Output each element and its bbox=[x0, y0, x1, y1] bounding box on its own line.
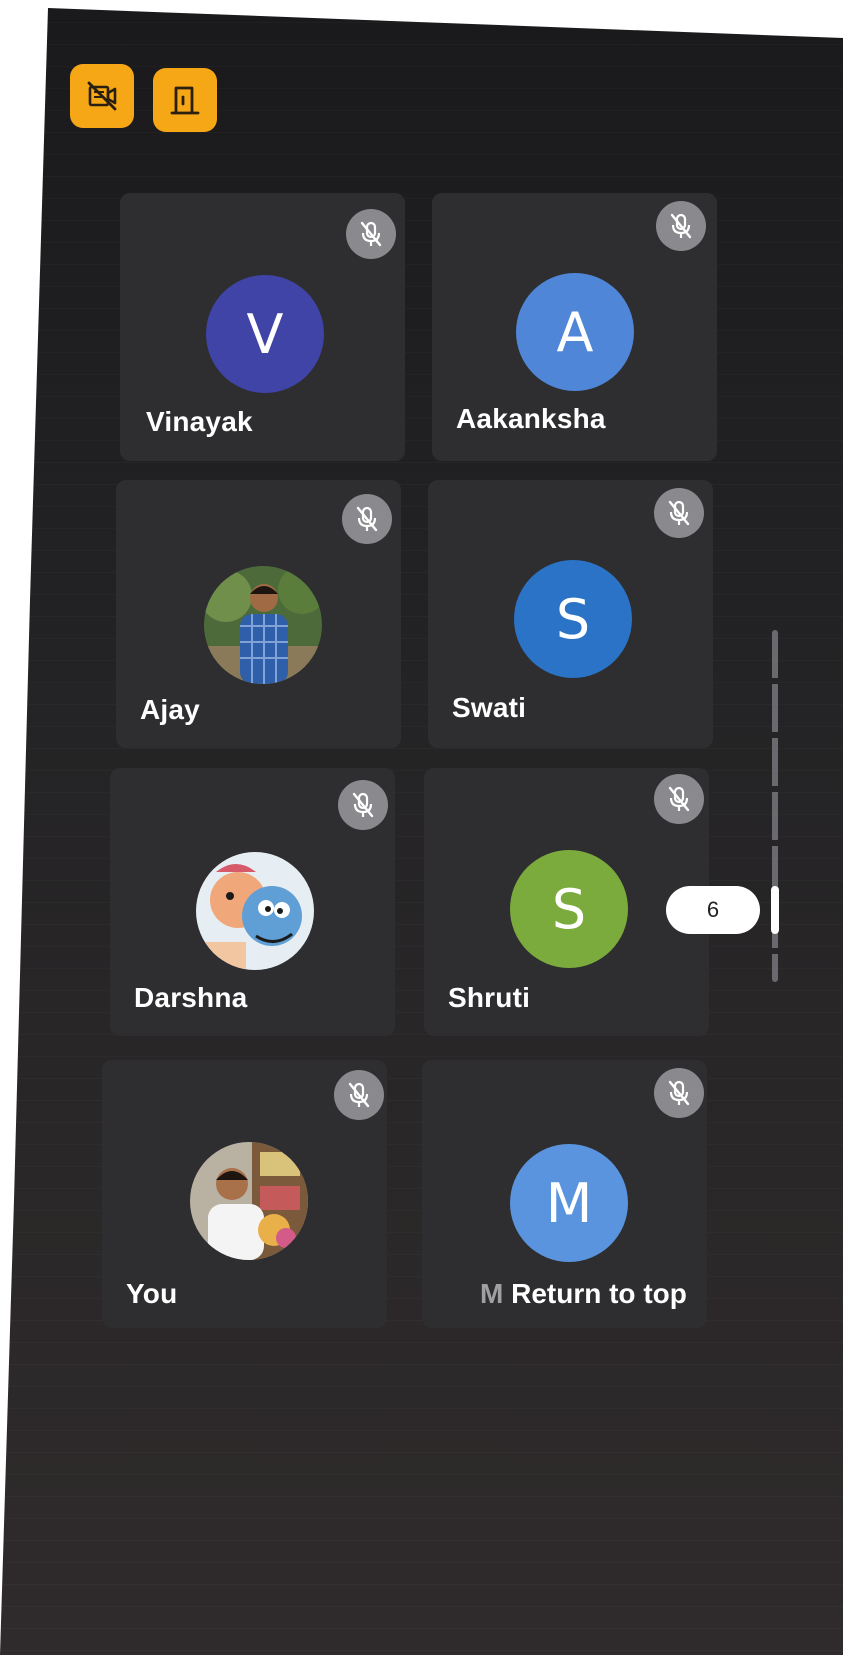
mic-off-icon bbox=[338, 780, 388, 830]
avatar: M bbox=[510, 1144, 628, 1262]
participant-name-covered: M bbox=[480, 1278, 504, 1309]
mic-off-icon bbox=[342, 494, 392, 544]
participant-name: You bbox=[126, 1278, 178, 1309]
participant-tile-ajay[interactable]: Ajay bbox=[116, 480, 401, 748]
scroll-page-indicator: 6 bbox=[666, 886, 760, 934]
participant-name: Swati bbox=[452, 692, 527, 723]
avatar-photo bbox=[196, 852, 314, 970]
mic-off-icon bbox=[334, 1070, 384, 1120]
mic-off-icon bbox=[654, 774, 704, 824]
mic-off-icon bbox=[654, 488, 704, 538]
participant-name: Vinayak bbox=[146, 406, 253, 437]
mic-off-icon bbox=[654, 1068, 704, 1118]
participant-tile-you[interactable]: You bbox=[102, 1060, 387, 1328]
participant-name: Aakanksha bbox=[456, 403, 606, 434]
video-off-button[interactable] bbox=[70, 64, 134, 128]
video-off-icon bbox=[87, 81, 117, 111]
avatar: S bbox=[514, 560, 632, 678]
participant-tile-vinayak[interactable]: V Vinayak bbox=[120, 193, 405, 461]
avatar: S bbox=[510, 850, 628, 968]
return-to-top-label: Return to top bbox=[511, 1278, 687, 1309]
scrollbar-thumb[interactable] bbox=[771, 886, 779, 934]
avatar-photo bbox=[190, 1142, 308, 1260]
participant-name: Ajay bbox=[140, 694, 200, 725]
participant-tile-aakanksha[interactable]: A Aakanksha bbox=[432, 193, 717, 461]
return-to-top-button[interactable]: M Return to top bbox=[472, 1274, 695, 1314]
participant-name: Darshna bbox=[134, 982, 248, 1013]
mic-off-icon bbox=[346, 209, 396, 259]
avatar-photo bbox=[204, 566, 322, 684]
participant-name: Shruti bbox=[448, 982, 531, 1013]
avatar: V bbox=[206, 275, 324, 393]
meeting-screen: V Vinayak A Aakanksha Ajay S Swati Darsh… bbox=[0, 8, 843, 1655]
leave-door-icon bbox=[170, 86, 200, 115]
mic-off-icon bbox=[656, 201, 706, 251]
participant-tile-darshna[interactable]: Darshna bbox=[110, 768, 395, 1036]
leave-call-button[interactable] bbox=[153, 68, 217, 132]
participant-tile-swati[interactable]: S Swati bbox=[428, 480, 713, 748]
avatar: A bbox=[516, 273, 634, 391]
